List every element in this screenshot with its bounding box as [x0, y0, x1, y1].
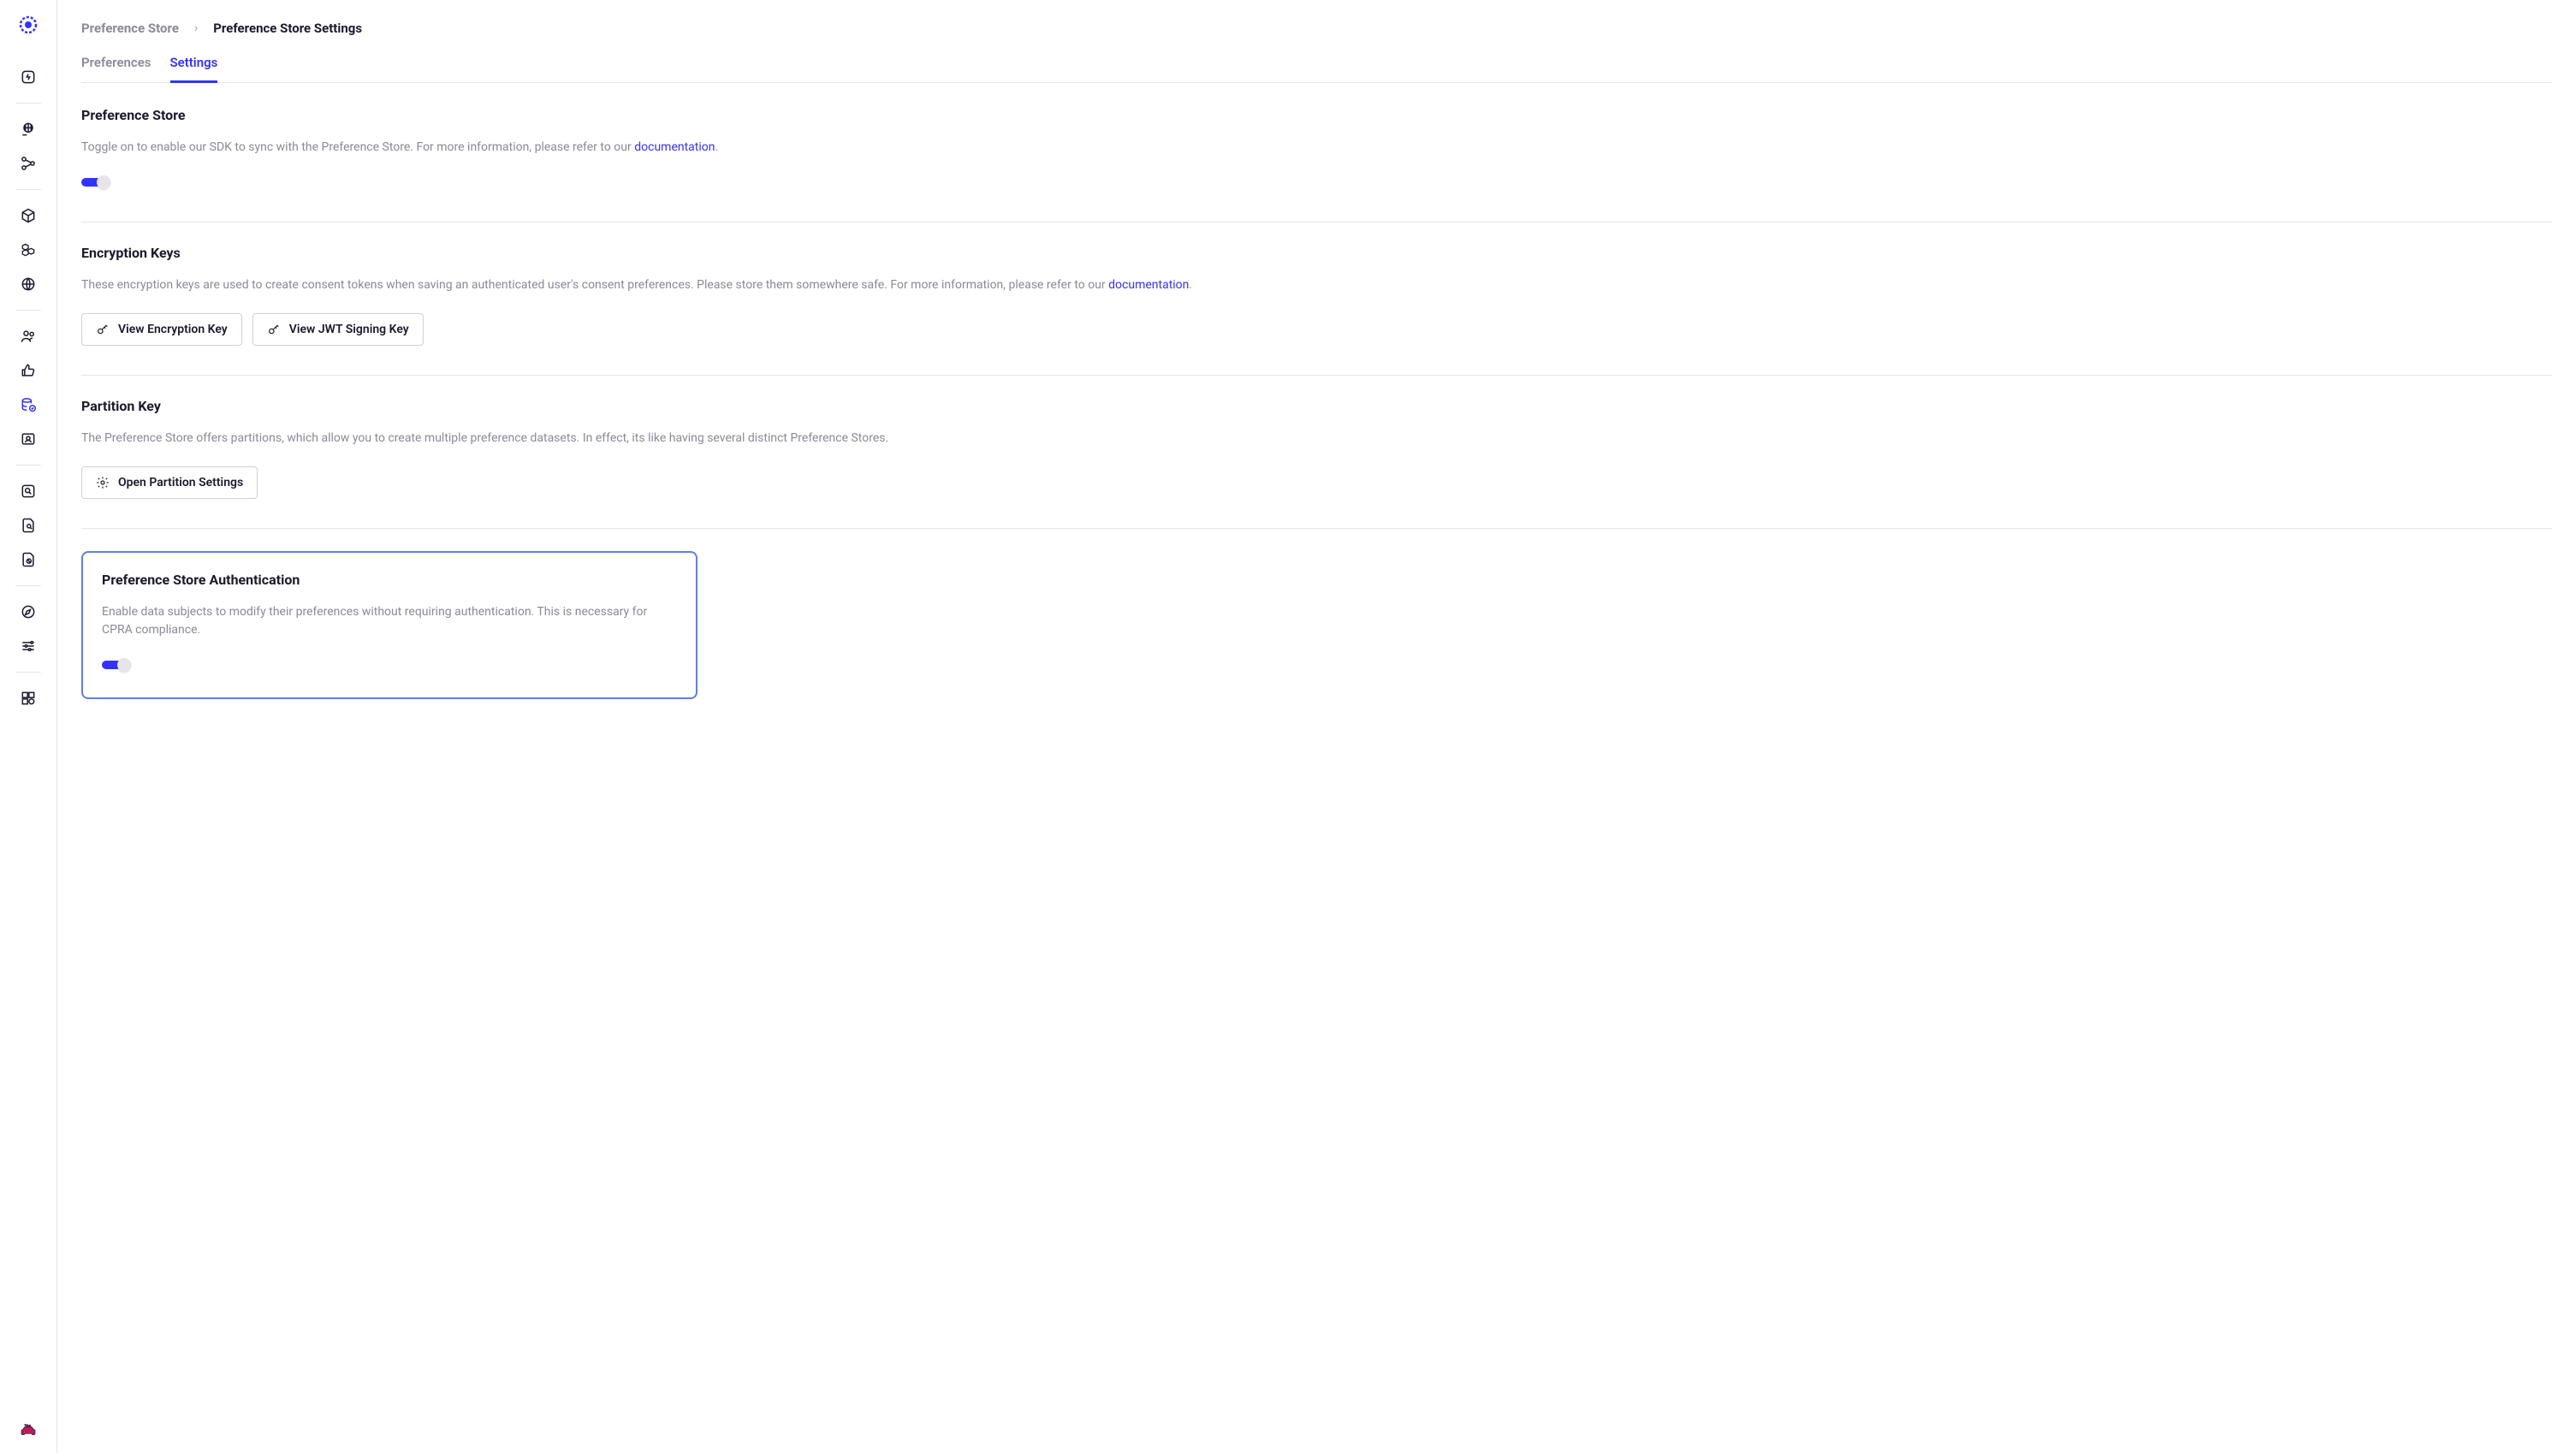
sidebar-divider	[15, 103, 41, 104]
button-label: View JWT Signing Key	[289, 323, 409, 336]
breadcrumb-current: Preference Store Settings	[213, 21, 362, 36]
chevron-right-icon: ›	[194, 21, 198, 35]
section-description: Enable data subjects to modify their pre…	[102, 603, 677, 639]
sidebar-item-cubes-icon[interactable]	[18, 240, 39, 260]
button-label: View Encryption Key	[118, 323, 228, 336]
sidebar-divider	[15, 465, 41, 466]
preference-store-toggle[interactable]	[81, 175, 110, 189]
sidebar-item-globe-icon[interactable]	[18, 274, 39, 294]
button-label: Open Partition Settings	[118, 476, 243, 489]
section-description: Toggle on to enable our SDK to sync with…	[81, 139, 2552, 157]
gear-icon	[96, 476, 110, 489]
sidebar-item-nodes-icon[interactable]	[18, 153, 39, 174]
sidebar-divider	[15, 672, 41, 673]
key-icon	[267, 323, 281, 336]
sidebar	[0, 0, 57, 1453]
sidebar-item-sliders-icon[interactable]	[18, 636, 39, 656]
main-content: Preference Store › Preference Store Sett…	[57, 0, 2576, 1453]
section-description: These encryption keys are used to create…	[81, 276, 2552, 294]
section-preference-store: Preference Store Toggle on to enable our…	[81, 107, 2552, 222]
documentation-link[interactable]: documentation	[1108, 278, 1189, 292]
section-title: Encryption Keys	[81, 245, 2552, 261]
sidebar-item-id-icon[interactable]	[18, 429, 39, 449]
sidebar-divider	[15, 585, 41, 586]
tab-preferences[interactable]: Preferences	[81, 55, 151, 82]
sidebar-item-thumbs-up-icon[interactable]	[18, 360, 39, 381]
documentation-link[interactable]: documentation	[634, 140, 715, 154]
section-encryption-keys: Encryption Keys These encryption keys ar…	[81, 245, 2552, 376]
section-preference-store-authentication: Preference Store Authentication Enable d…	[81, 551, 697, 699]
section-title: Preference Store Authentication	[102, 572, 677, 588]
sidebar-item-file-search-icon[interactable]	[18, 515, 39, 536]
tabs: Preferences Settings	[81, 55, 2552, 83]
sidebar-item-zoom-icon[interactable]	[18, 481, 39, 501]
sidebar-item-compass-icon[interactable]	[18, 602, 39, 622]
sidebar-divider	[15, 189, 41, 190]
view-encryption-key-button[interactable]: View Encryption Key	[81, 313, 242, 346]
section-description: The Preference Store offers partitions, …	[81, 430, 2552, 448]
sidebar-divider	[15, 310, 41, 311]
open-partition-settings-button[interactable]: Open Partition Settings	[81, 466, 258, 499]
breadcrumb: Preference Store › Preference Store Sett…	[81, 21, 2552, 36]
authentication-toggle[interactable]	[102, 658, 131, 672]
section-partition-key: Partition Key The Preference Store offer…	[81, 398, 2552, 529]
key-icon	[96, 323, 110, 336]
view-jwt-signing-key-button[interactable]: View JWT Signing Key	[252, 313, 424, 346]
sidebar-item-people-icon[interactable]	[18, 326, 39, 347]
sidebar-item-file-block-icon[interactable]	[18, 549, 39, 570]
sidebar-item-car-icon[interactable]	[18, 1420, 39, 1441]
sidebar-item-globe-hand-icon[interactable]	[18, 119, 39, 139]
sidebar-item-grid-icon[interactable]	[18, 688, 39, 709]
sidebar-item-cube-icon[interactable]	[18, 205, 39, 226]
section-title: Partition Key	[81, 398, 2552, 414]
sidebar-item-database-check-icon[interactable]	[18, 394, 39, 415]
sidebar-item-power-icon[interactable]	[18, 67, 39, 87]
section-title: Preference Store	[81, 107, 2552, 123]
tab-settings[interactable]: Settings	[170, 55, 218, 83]
breadcrumb-parent[interactable]: Preference Store	[81, 21, 179, 36]
app-logo-icon[interactable]	[15, 12, 41, 38]
